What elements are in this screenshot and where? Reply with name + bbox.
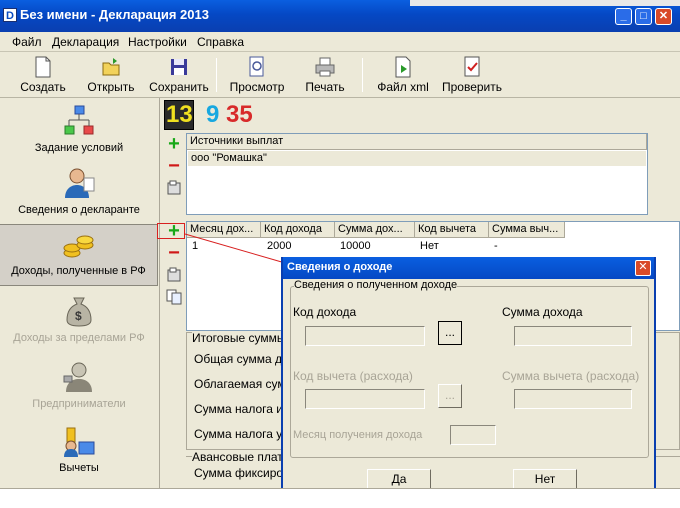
deduction-code-field[interactable]	[305, 389, 425, 409]
dialog-close-button[interactable]: ✕	[635, 260, 651, 276]
month-label: Месяц получения дохода	[293, 429, 423, 441]
ok-button[interactable]: Да	[367, 469, 431, 490]
income-sum-label: Сумма дохода	[502, 305, 583, 319]
income-code-field[interactable]	[305, 326, 425, 346]
deduction-code-label: Код вычета (расхода)	[293, 369, 413, 383]
dialog-group-label: Сведения о полученном доходе	[294, 279, 458, 291]
status-bar	[0, 488, 680, 508]
income-sum-field[interactable]	[514, 326, 632, 346]
month-field[interactable]	[450, 425, 496, 445]
dialog-title: Сведения о доходе	[283, 257, 654, 279]
cancel-button[interactable]: Нет	[513, 469, 577, 490]
income-dialog: Сведения о доходе ✕ Сведения о полученно…	[281, 257, 656, 500]
income-code-browse-button[interactable]: ...	[438, 321, 462, 345]
deduction-sum-label: Сумма вычета (расхода)	[502, 369, 640, 383]
deduction-sum-field[interactable]	[514, 389, 632, 409]
income-code-label: Код дохода	[293, 305, 357, 319]
deduction-code-browse-button[interactable]: ...	[438, 384, 462, 408]
